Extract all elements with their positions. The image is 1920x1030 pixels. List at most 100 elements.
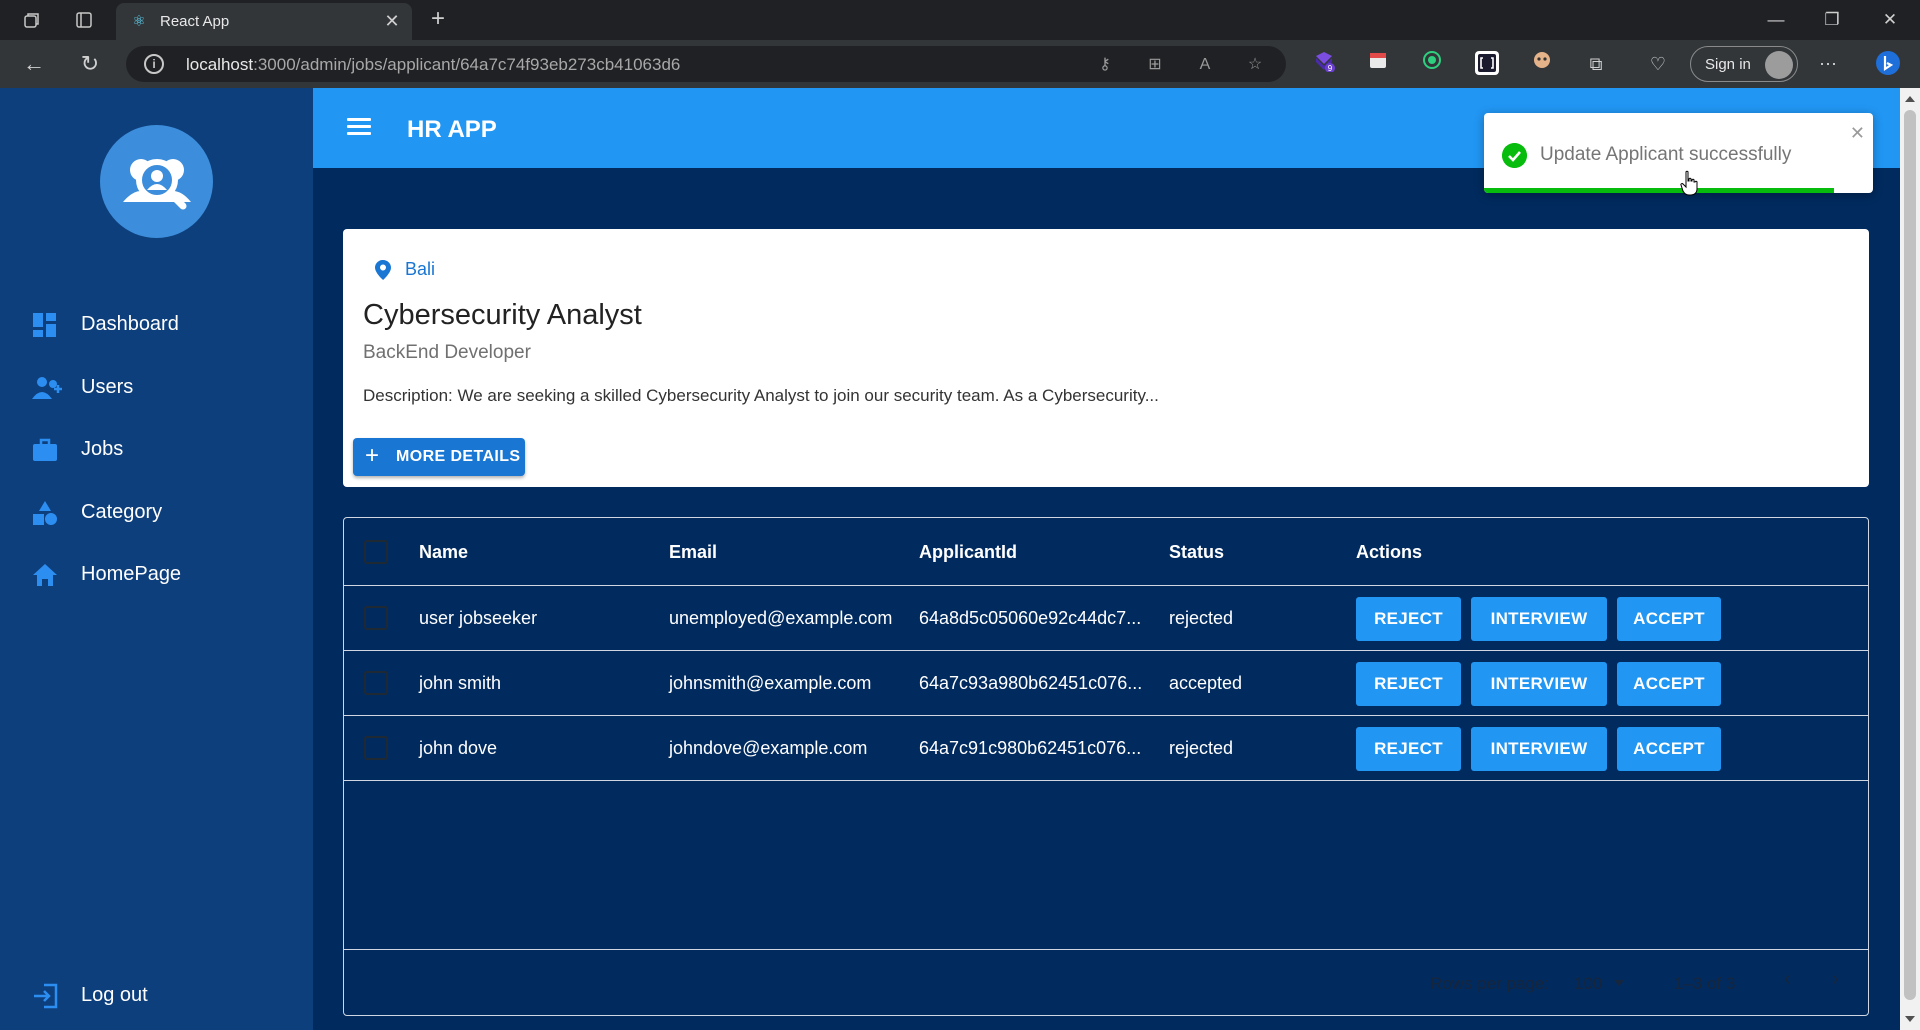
sidebar-item-jobs[interactable]: Jobs [0, 424, 313, 474]
tab-actions-icon[interactable] [72, 8, 96, 32]
select-all-checkbox[interactable] [364, 540, 388, 564]
browser-tab[interactable]: ⚛ React App ✕ [116, 3, 412, 40]
cell-name: user jobseeker [419, 608, 538, 628]
location-pin-icon [375, 260, 391, 280]
workspaces-icon[interactable] [20, 8, 44, 32]
url-host: localhost [186, 55, 254, 74]
column-header-status[interactable]: Status [1169, 542, 1224, 563]
rows-per-page-select[interactable]: 100 [1574, 974, 1602, 994]
home-icon [32, 562, 60, 588]
row-checkbox[interactable] [364, 606, 388, 630]
job-title: Cybersecurity Analyst [363, 299, 642, 331]
restore-button[interactable]: ❐ [1812, 4, 1852, 36]
tab-close-icon[interactable]: ✕ [382, 11, 402, 31]
sidebar-item-homepage[interactable]: HomePage [0, 549, 313, 599]
browser-essentials-icon[interactable]: ♡ [1644, 50, 1672, 78]
briefcase-icon [32, 437, 60, 463]
react-icon: ⚛ [132, 13, 146, 30]
sidebar-item-label: Jobs [81, 438, 124, 460]
previous-page-icon[interactable]: ‹ [1784, 968, 1791, 991]
row-checkbox[interactable] [364, 671, 388, 695]
browser-tab-strip: ⚛ React App ✕ + — ❐ ✕ [0, 0, 1920, 40]
column-header-name[interactable]: Name [419, 542, 468, 563]
row-checkbox[interactable] [364, 736, 388, 760]
column-header-email[interactable]: Email [669, 542, 717, 563]
bing-chat-icon[interactable] [1874, 50, 1902, 78]
success-toast: Update Applicant successfully ✕ [1484, 113, 1873, 193]
read-aloud-icon[interactable]: A [1194, 54, 1216, 76]
grid-header: Name Email ApplicantId Status Actions [344, 518, 1868, 586]
dashboard-icon [32, 312, 60, 338]
interview-button[interactable]: INTERVIEW [1471, 727, 1607, 771]
extensions-puzzle-icon[interactable]: ⧉ [1582, 50, 1610, 78]
column-header-applicantid[interactable]: ApplicantId [919, 542, 1017, 563]
url-text: localhost:3000/admin/jobs/applicant/64a7… [186, 55, 680, 75]
category-icon [32, 500, 60, 526]
key-icon[interactable]: ⚷ [1094, 54, 1116, 76]
column-header-actions: Actions [1356, 542, 1423, 562]
sidebar-item-label: Users [81, 376, 134, 398]
apps-icon[interactable]: ⊞ [1144, 54, 1166, 76]
cell-applicant-id: 64a8d5c05060e92c44dc7... [919, 608, 1142, 628]
sidebar-item-label: Dashboard [81, 313, 179, 335]
sidebar: Dashboard Users Jobs Category HomePage L… [0, 88, 313, 1030]
site-info-icon[interactable]: i [144, 54, 164, 74]
sidebar-item-category[interactable]: Category [0, 487, 313, 537]
more-details-label: MORE DETAILS [396, 448, 521, 465]
sidebar-item-label: Category [81, 501, 163, 523]
scroll-down-arrow-icon[interactable] [1905, 1016, 1915, 1022]
page-scrollbar[interactable] [1900, 88, 1920, 1030]
sidebar-item-users[interactable]: Users [0, 362, 313, 412]
scroll-up-arrow-icon[interactable] [1905, 96, 1915, 102]
extension-face-icon[interactable] [1528, 50, 1556, 78]
refresh-button[interactable]: ↻ [76, 50, 104, 78]
extension-calendar-icon[interactable] [1364, 50, 1392, 78]
next-page-icon[interactable]: › [1832, 968, 1839, 991]
accept-button[interactable]: ACCEPT [1617, 662, 1721, 706]
browser-toolbar: ← ↻ i localhost:3000/admin/jobs/applican… [0, 40, 1920, 88]
logout-button[interactable]: Log out [0, 970, 313, 1020]
extension-bracket-icon[interactable] [1473, 50, 1501, 78]
cell-name: john smith [419, 673, 502, 693]
table-row: john dove johndove@example.com 64a7c91c9… [344, 716, 1868, 781]
hr-logo-icon [100, 125, 213, 238]
job-description: Description: We are seeking a skilled Cy… [363, 386, 1159, 405]
job-card: Bali Cybersecurity Analyst BackEnd Devel… [343, 229, 1869, 487]
sidebar-item-dashboard[interactable]: Dashboard [0, 299, 313, 349]
grid-footer: Rows per page: 100 1–3 of 3 ‹ › [344, 949, 1868, 1015]
interview-button[interactable]: INTERVIEW [1471, 662, 1607, 706]
toast-message: Update Applicant successfully [1540, 144, 1792, 165]
chevron-down-icon[interactable] [1614, 980, 1624, 986]
accept-button[interactable]: ACCEPT [1617, 727, 1721, 771]
hand-cursor-icon [1680, 170, 1698, 196]
users-icon [32, 375, 62, 401]
cell-applicant-id: 64a7c93a980b62451c076... [919, 673, 1143, 693]
cell-status: accepted [1169, 673, 1243, 693]
extension-target-icon[interactable] [1418, 50, 1446, 78]
menu-icon[interactable] [347, 118, 371, 136]
toast-close-icon[interactable]: ✕ [1850, 123, 1865, 144]
extension-shield-icon[interactable]: 9 [1310, 50, 1338, 78]
new-tab-button[interactable]: + [424, 6, 452, 34]
favorite-star-icon[interactable]: ☆ [1244, 54, 1266, 76]
reject-button[interactable]: REJECT [1356, 727, 1461, 771]
interview-button[interactable]: INTERVIEW [1471, 597, 1607, 641]
reject-button[interactable]: REJECT [1356, 662, 1461, 706]
reject-button[interactable]: REJECT [1356, 597, 1461, 641]
logout-label: Log out [81, 984, 148, 1006]
back-button[interactable]: ← [20, 50, 48, 78]
close-window-button[interactable]: ✕ [1870, 4, 1910, 36]
more-options-icon[interactable]: ⋯ [1814, 50, 1842, 78]
accept-button[interactable]: ACCEPT [1617, 597, 1721, 641]
cell-email: johnsmith@example.com [669, 673, 872, 693]
url-path: :3000/admin/jobs/applicant/64a7c74f93eb2… [253, 55, 681, 74]
cell-name: john dove [419, 738, 498, 758]
scrollbar-thumb[interactable] [1904, 110, 1916, 1000]
more-details-button[interactable]: + MORE DETAILS [353, 438, 525, 476]
table-row: user jobseeker unemployed@example.com 64… [344, 586, 1868, 651]
tab-title: React App [160, 13, 230, 30]
minimize-button[interactable]: — [1756, 4, 1796, 36]
sign-in-button[interactable]: Sign in [1690, 46, 1798, 82]
toast-progress-bar [1484, 188, 1835, 193]
address-bar[interactable]: i localhost:3000/admin/jobs/applicant/64… [126, 46, 1286, 82]
